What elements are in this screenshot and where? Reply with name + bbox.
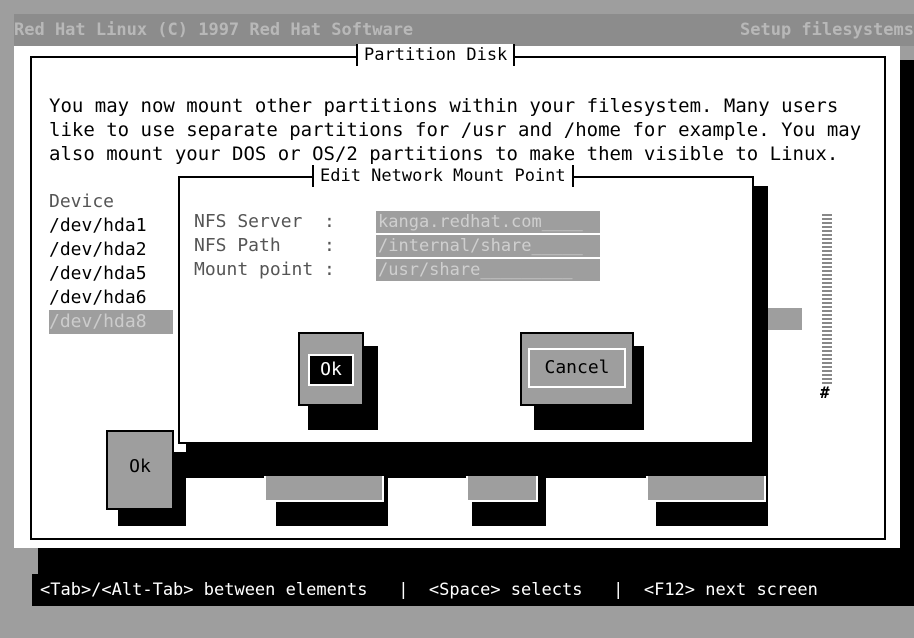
status-bar: <Tab>/<Alt-Tab> between elements | <Spac…: [32, 574, 914, 606]
partition-ok-label: Ok: [114, 452, 166, 486]
dialog-cancel-label: Cancel: [528, 348, 626, 388]
dialog-ok-label: Ok: [308, 354, 354, 386]
instructions-text: You may now mount other partitions withi…: [49, 95, 862, 165]
device-row-selected[interactable]: /dev/hda8: [49, 310, 173, 334]
list-scrollbar[interactable]: [822, 212, 832, 384]
device-row[interactable]: /dev/hda5: [49, 262, 173, 286]
device-row[interactable]: /dev/hda6: [49, 286, 173, 310]
dialog-ok-button[interactable]: Ok: [298, 332, 364, 406]
partition-window-shadow-right: [900, 60, 914, 574]
top-bar: Red Hat Linux (C) 1997 Red Hat Software …: [14, 14, 914, 46]
partition-disk-title: Partition Disk: [356, 44, 516, 66]
top-bar-title: Red Hat Linux (C) 1997 Red Hat Software: [14, 20, 414, 40]
hidden-button-3[interactable]: [646, 476, 766, 502]
mount-point-label: Mount point :: [194, 259, 335, 280]
scroll-position-marker: #: [820, 383, 830, 402]
top-bar-step: Setup filesystems: [740, 20, 914, 40]
partition-window-shadow: [38, 548, 914, 574]
nfs-server-input[interactable]: kanga.redhat.com____: [376, 211, 600, 233]
mount-point-input[interactable]: /usr/share_________: [376, 259, 600, 281]
nfs-server-label: NFS Server :: [194, 211, 335, 232]
status-bar-hint: <Tab>/<Alt-Tab> between elements | <Spac…: [40, 580, 818, 600]
nfs-path-input[interactable]: /internal/share_____: [376, 235, 600, 257]
device-row[interactable]: /dev/hda2: [49, 238, 173, 262]
device-list: Device /dev/hda1 /dev/hda2 /dev/hda5 /de…: [49, 190, 173, 334]
dialog-cancel-button[interactable]: Cancel: [520, 332, 634, 406]
nfs-path-label: NFS Path :: [194, 235, 335, 256]
device-column-header: Device: [49, 191, 115, 212]
hidden-button-1[interactable]: [264, 476, 384, 502]
dialog-title: Edit Network Mount Point: [312, 165, 574, 187]
partition-ok-button[interactable]: Ok: [106, 430, 174, 510]
hidden-button-2[interactable]: [466, 476, 538, 502]
dialog-shadow-right: [752, 186, 768, 452]
hidden-button-bar: [172, 452, 768, 478]
device-row[interactable]: /dev/hda1: [49, 214, 173, 238]
